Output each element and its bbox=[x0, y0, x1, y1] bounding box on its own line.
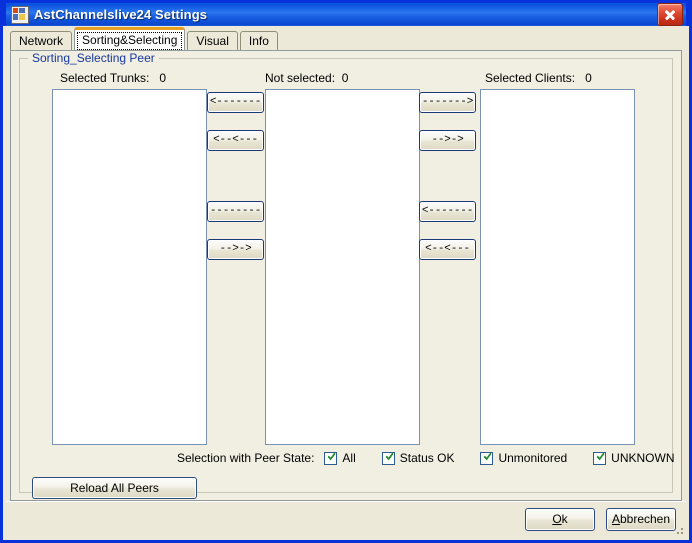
selected-trunks-header: Selected Trunks: 0 bbox=[60, 71, 166, 85]
tab-focus-rect bbox=[77, 32, 183, 50]
not-selected-listbox[interactable] bbox=[265, 89, 420, 445]
move-selected-to-clients-button[interactable]: -->-> bbox=[419, 130, 476, 151]
cancel-button-label: bbrechen bbox=[619, 512, 671, 526]
not-selected-count: 0 bbox=[341, 71, 349, 85]
tab-page-sorting-selecting: Sorting_Selecting Peer Selected Trunks: … bbox=[10, 50, 682, 501]
ok-button-accel: O bbox=[552, 512, 562, 526]
checkbox-unknown[interactable]: UNKNOWN bbox=[593, 451, 675, 465]
checkbox-unknown-label: UNKNOWN bbox=[611, 451, 675, 465]
resize-grip-icon[interactable] bbox=[673, 524, 685, 536]
sorting-selecting-groupbox: Sorting_Selecting Peer Selected Trunks: … bbox=[19, 51, 675, 499]
tab-strip: Network Sorting&Selecting Visual Info bbox=[10, 27, 686, 50]
tab-sorting-selecting[interactable]: Sorting&Selecting bbox=[74, 27, 186, 50]
tab-visual-label: Visual bbox=[196, 34, 229, 48]
checkbox-unknown-box[interactable] bbox=[593, 451, 607, 465]
move-all-to-clients-button[interactable]: -------> bbox=[419, 92, 476, 113]
checkbox-unmonitored-label: Unmonitored bbox=[498, 451, 568, 465]
check-icon bbox=[385, 452, 394, 460]
check-icon bbox=[328, 452, 337, 460]
selected-clients-header: Selected Clients: 0 bbox=[485, 71, 592, 85]
checkbox-unmonitored-box[interactable] bbox=[480, 451, 494, 465]
checkbox-all[interactable]: All bbox=[324, 451, 356, 465]
checkbox-unmonitored[interactable]: Unmonitored bbox=[480, 451, 567, 465]
check-icon bbox=[484, 452, 493, 460]
cancel-button-accel: A bbox=[611, 512, 620, 526]
peer-state-label: Selection with Peer State: bbox=[177, 451, 315, 465]
checkbox-all-label: All bbox=[342, 451, 356, 465]
tab-info[interactable]: Info bbox=[239, 31, 278, 50]
peer-state-row: Selection with Peer State: All Status OK… bbox=[177, 451, 675, 465]
checkbox-status-ok-box[interactable] bbox=[381, 451, 395, 465]
move-selected-to-trunks-button[interactable]: <--<--- bbox=[207, 130, 264, 151]
tab-network-label: Network bbox=[19, 34, 64, 48]
not-selected-header: Not selected: 0 bbox=[265, 71, 348, 85]
tab-info-label: Info bbox=[248, 34, 269, 48]
selected-trunks-label: Selected Trunks: bbox=[60, 71, 150, 85]
selected-trunks-listbox[interactable] bbox=[52, 89, 207, 445]
checkbox-status-ok[interactable]: Status OK bbox=[381, 451, 455, 465]
tab-visual[interactable]: Visual bbox=[187, 31, 238, 50]
move-selected-clients-back-button[interactable]: <--<--- bbox=[419, 239, 476, 260]
selected-clients-count: 0 bbox=[585, 71, 592, 85]
checkbox-status-ok-label: Status OK bbox=[399, 451, 455, 465]
selected-clients-listbox[interactable] bbox=[480, 89, 635, 445]
dialog-button-bar: Ok Abbrechen bbox=[6, 501, 686, 537]
cancel-button[interactable]: Abbrechen bbox=[606, 508, 676, 531]
selected-clients-label: Selected Clients: bbox=[485, 71, 576, 85]
move-all-to-trunks-button[interactable]: <-------- bbox=[207, 92, 264, 113]
reload-all-peers-button[interactable]: Reload All Peers bbox=[32, 477, 197, 499]
title-bar: AstChannelslive24 Settings bbox=[3, 0, 689, 26]
tab-network[interactable]: Network bbox=[10, 31, 73, 50]
window-title: AstChannelslive24 Settings bbox=[34, 7, 208, 22]
client-area: Network Sorting&Selecting Visual Info So… bbox=[6, 26, 686, 537]
ok-button[interactable]: Ok bbox=[525, 508, 595, 531]
move-selected-trunks-back-button[interactable]: -->-> bbox=[207, 239, 264, 260]
checkbox-all-box[interactable] bbox=[324, 451, 338, 465]
move-all-trunks-back-button[interactable]: --------> bbox=[207, 201, 264, 222]
ok-button-label: k bbox=[561, 512, 568, 526]
settings-window: AstChannelslive24 Settings Network Sorti… bbox=[0, 0, 692, 543]
selected-trunks-count: 0 bbox=[159, 71, 167, 85]
close-icon[interactable] bbox=[657, 3, 683, 26]
not-selected-label: Not selected: bbox=[265, 71, 336, 85]
app-icon bbox=[11, 5, 29, 24]
move-all-clients-back-button[interactable]: <------- bbox=[419, 201, 476, 222]
check-icon bbox=[596, 452, 605, 460]
groupbox-legend: Sorting_Selecting Peer bbox=[28, 51, 159, 65]
